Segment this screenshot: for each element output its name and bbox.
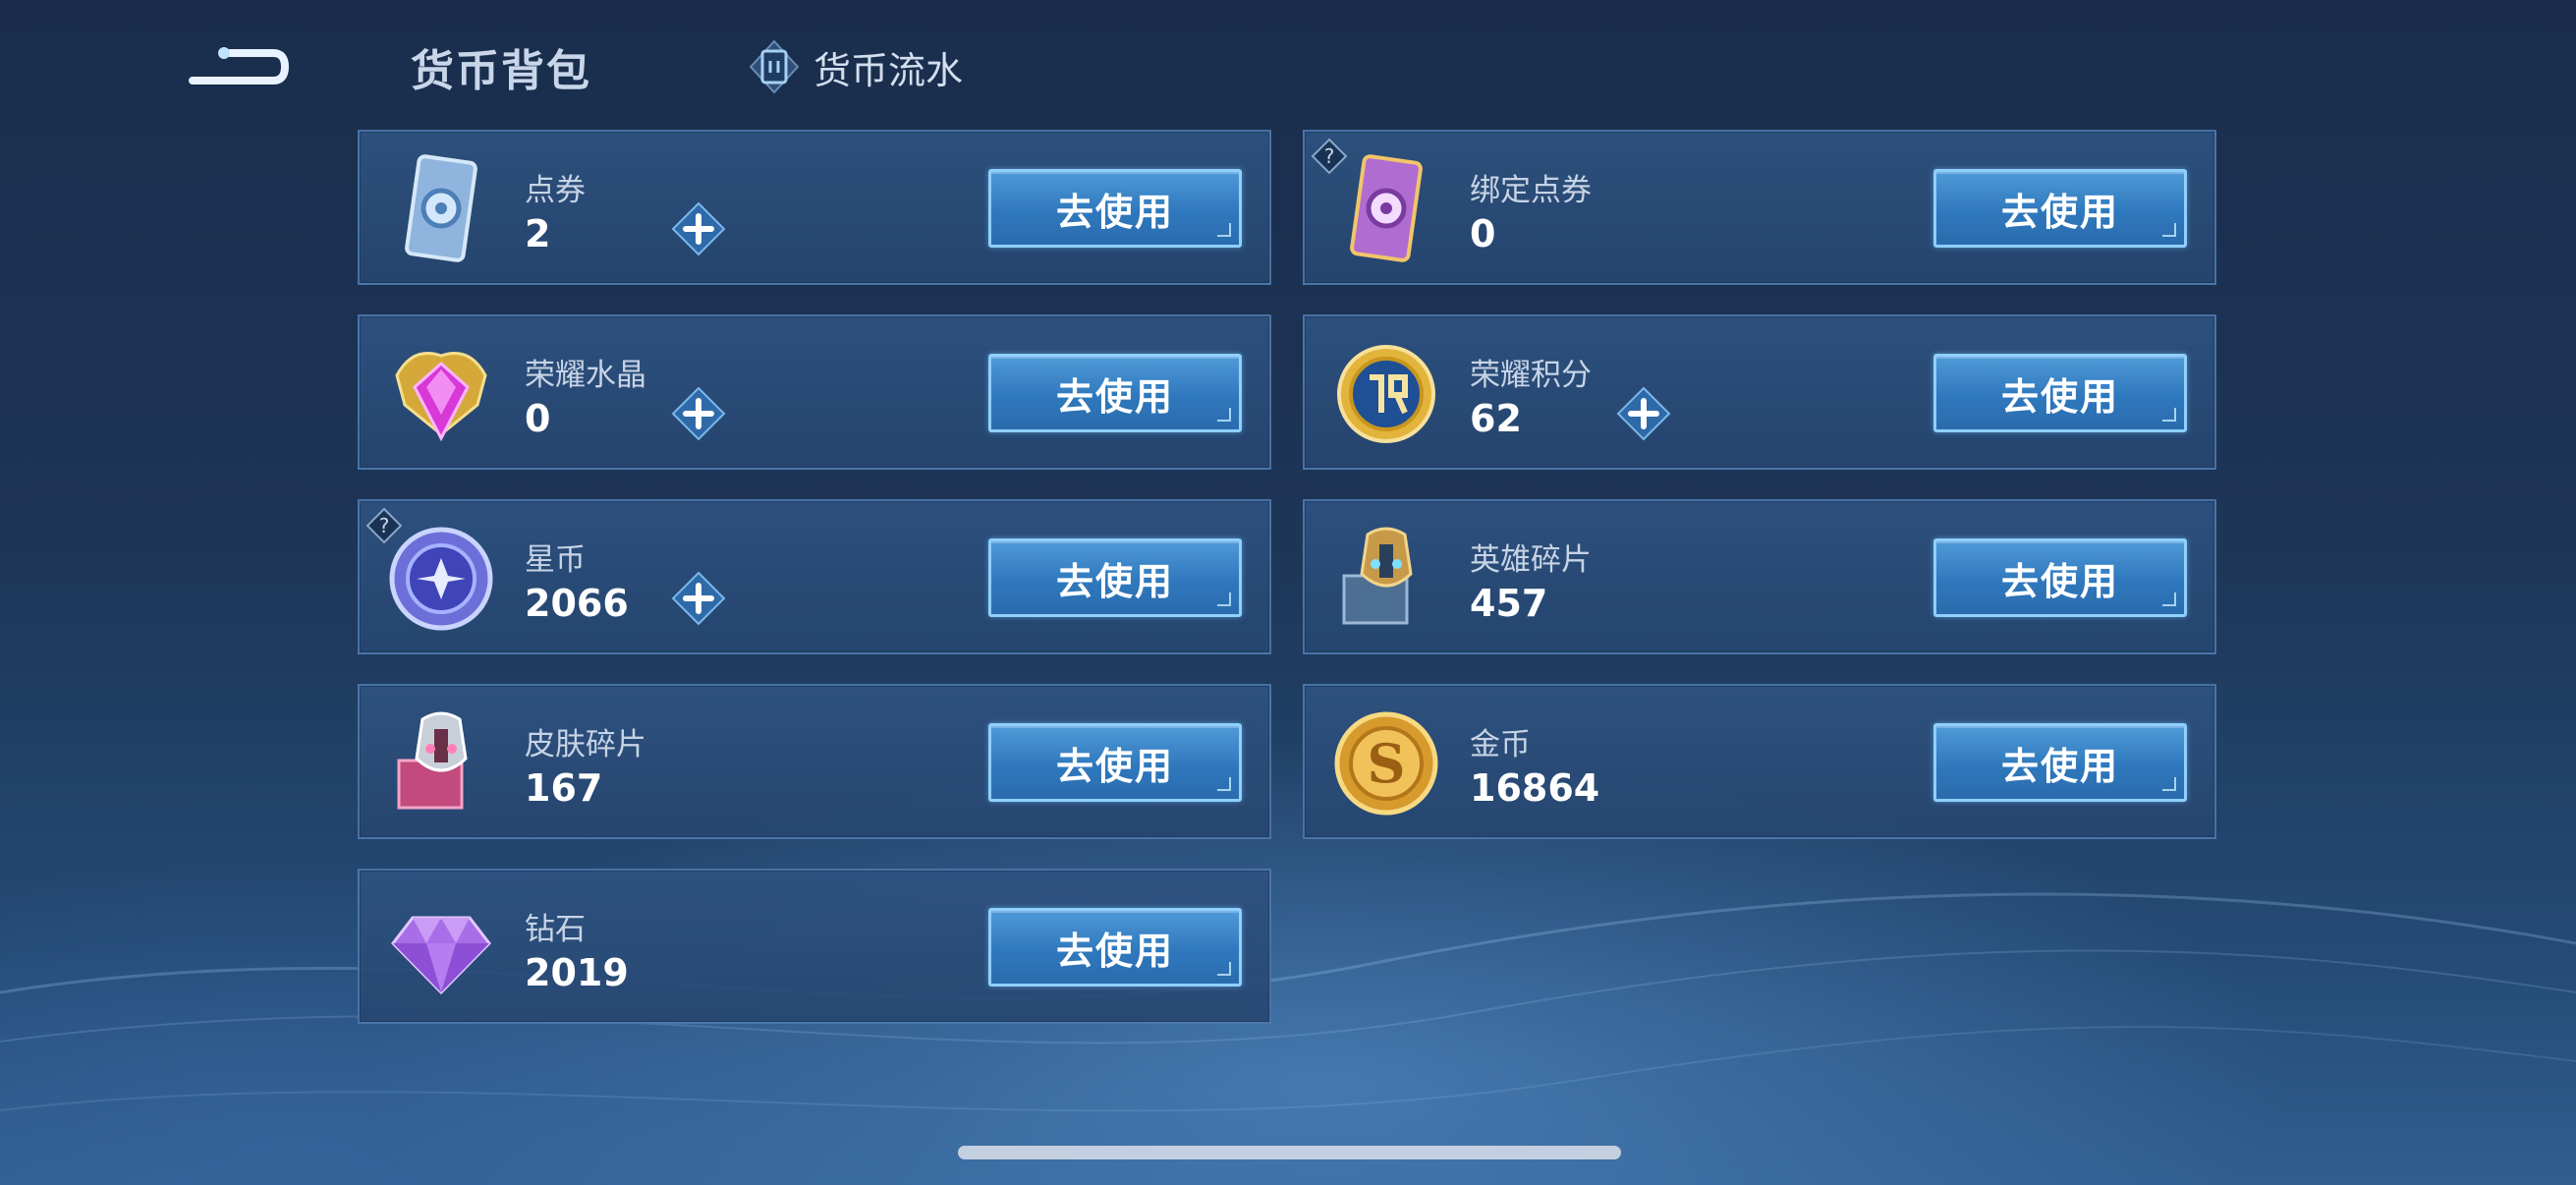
use-skin-fragment-button[interactable]: 去使用 bbox=[988, 723, 1242, 802]
currency-name: 钻石 bbox=[525, 912, 586, 947]
use-button-label: 去使用 bbox=[2000, 374, 2119, 419]
use-button-label: 去使用 bbox=[2000, 559, 2119, 603]
glory-points-icon bbox=[1337, 345, 1435, 443]
currency-name: 金币 bbox=[1470, 727, 1531, 762]
use-button-label: 去使用 bbox=[1055, 374, 1174, 419]
use-button-label: 去使用 bbox=[1055, 744, 1174, 788]
currency-value: 0 bbox=[1470, 212, 1496, 255]
use-glory-points-button[interactable]: 去使用 bbox=[1933, 354, 2187, 432]
currency-flow-label: 货币流水 bbox=[813, 48, 964, 92]
currency-value: 167 bbox=[525, 766, 603, 810]
currency-flow-tab[interactable]: 货币流水 bbox=[749, 39, 963, 94]
currency-value: 16864 bbox=[1470, 766, 1600, 810]
add-star-coin-button[interactable] bbox=[670, 570, 727, 627]
currency-value: 457 bbox=[1470, 582, 1548, 625]
currency-card-voucher: 点券 2 去使用 bbox=[358, 130, 1271, 285]
home-indicator[interactable] bbox=[958, 1146, 1621, 1159]
currency-value: 2019 bbox=[525, 951, 629, 994]
currency-card-glory-crystal: 荣耀水晶 0 去使用 bbox=[358, 314, 1271, 470]
currency-value: 2066 bbox=[525, 582, 629, 625]
page-title: 货币背包 bbox=[411, 46, 591, 96]
currency-card-star-coin: ? 星币 2066 去使用 bbox=[358, 499, 1271, 654]
back-button[interactable] bbox=[185, 37, 293, 92]
add-glory-points-button[interactable] bbox=[1615, 385, 1672, 442]
currency-value: 62 bbox=[1470, 397, 1522, 440]
bound-voucher-card-icon bbox=[1350, 154, 1423, 262]
currency-value: 0 bbox=[525, 397, 551, 440]
svg-text:S: S bbox=[1368, 732, 1406, 795]
currency-card-glory-points: 荣耀积分 62 去使用 bbox=[1303, 314, 2216, 470]
gold-coin-icon: S bbox=[1334, 711, 1438, 816]
glory-crystal-icon bbox=[395, 352, 487, 442]
ledger-card-icon bbox=[749, 39, 800, 94]
hero-fragment-icon bbox=[1342, 527, 1413, 625]
diamond-icon bbox=[391, 916, 491, 995]
use-voucher-button[interactable]: 去使用 bbox=[988, 169, 1242, 248]
currency-name: 绑定点券 bbox=[1470, 173, 1592, 208]
currency-name: 英雄碎片 bbox=[1470, 542, 1592, 578]
currency-name: 星币 bbox=[525, 542, 586, 578]
currency-card-hero-fragment: 英雄碎片 457 去使用 bbox=[1303, 499, 2216, 654]
use-button-label: 去使用 bbox=[1055, 929, 1174, 973]
currency-name: 荣耀水晶 bbox=[525, 358, 646, 393]
skin-fragment-icon bbox=[397, 711, 468, 810]
add-glory-crystal-button[interactable] bbox=[670, 385, 727, 442]
add-voucher-button[interactable] bbox=[670, 200, 727, 257]
currency-card-diamond: 钻石 2019 去使用 bbox=[358, 869, 1271, 1024]
currency-name: 点券 bbox=[525, 173, 586, 208]
currency-card-bound-voucher: ? 绑定点券 0 去使用 bbox=[1303, 130, 2216, 285]
currency-name: 荣耀积分 bbox=[1470, 358, 1592, 393]
use-gold-coin-button[interactable]: 去使用 bbox=[1933, 723, 2187, 802]
star-coin-icon bbox=[389, 527, 493, 631]
currency-card-gold-coin: S 金币 16864 去使用 bbox=[1303, 684, 2216, 839]
use-button-label: 去使用 bbox=[1055, 559, 1174, 603]
currency-card-skin-fragment: 皮肤碎片 167 去使用 bbox=[358, 684, 1271, 839]
use-diamond-button[interactable]: 去使用 bbox=[988, 908, 1242, 987]
use-hero-fragment-button[interactable]: 去使用 bbox=[1933, 538, 2187, 617]
use-button-label: 去使用 bbox=[1055, 190, 1174, 234]
use-bound-voucher-button[interactable]: 去使用 bbox=[1933, 169, 2187, 248]
voucher-card-icon bbox=[405, 154, 477, 262]
use-button-label: 去使用 bbox=[2000, 744, 2119, 788]
use-glory-crystal-button[interactable]: 去使用 bbox=[988, 354, 1242, 432]
currency-name: 皮肤碎片 bbox=[525, 727, 646, 762]
currency-value: 2 bbox=[525, 212, 551, 255]
use-button-label: 去使用 bbox=[2000, 190, 2119, 234]
use-star-coin-button[interactable]: 去使用 bbox=[988, 538, 1242, 617]
